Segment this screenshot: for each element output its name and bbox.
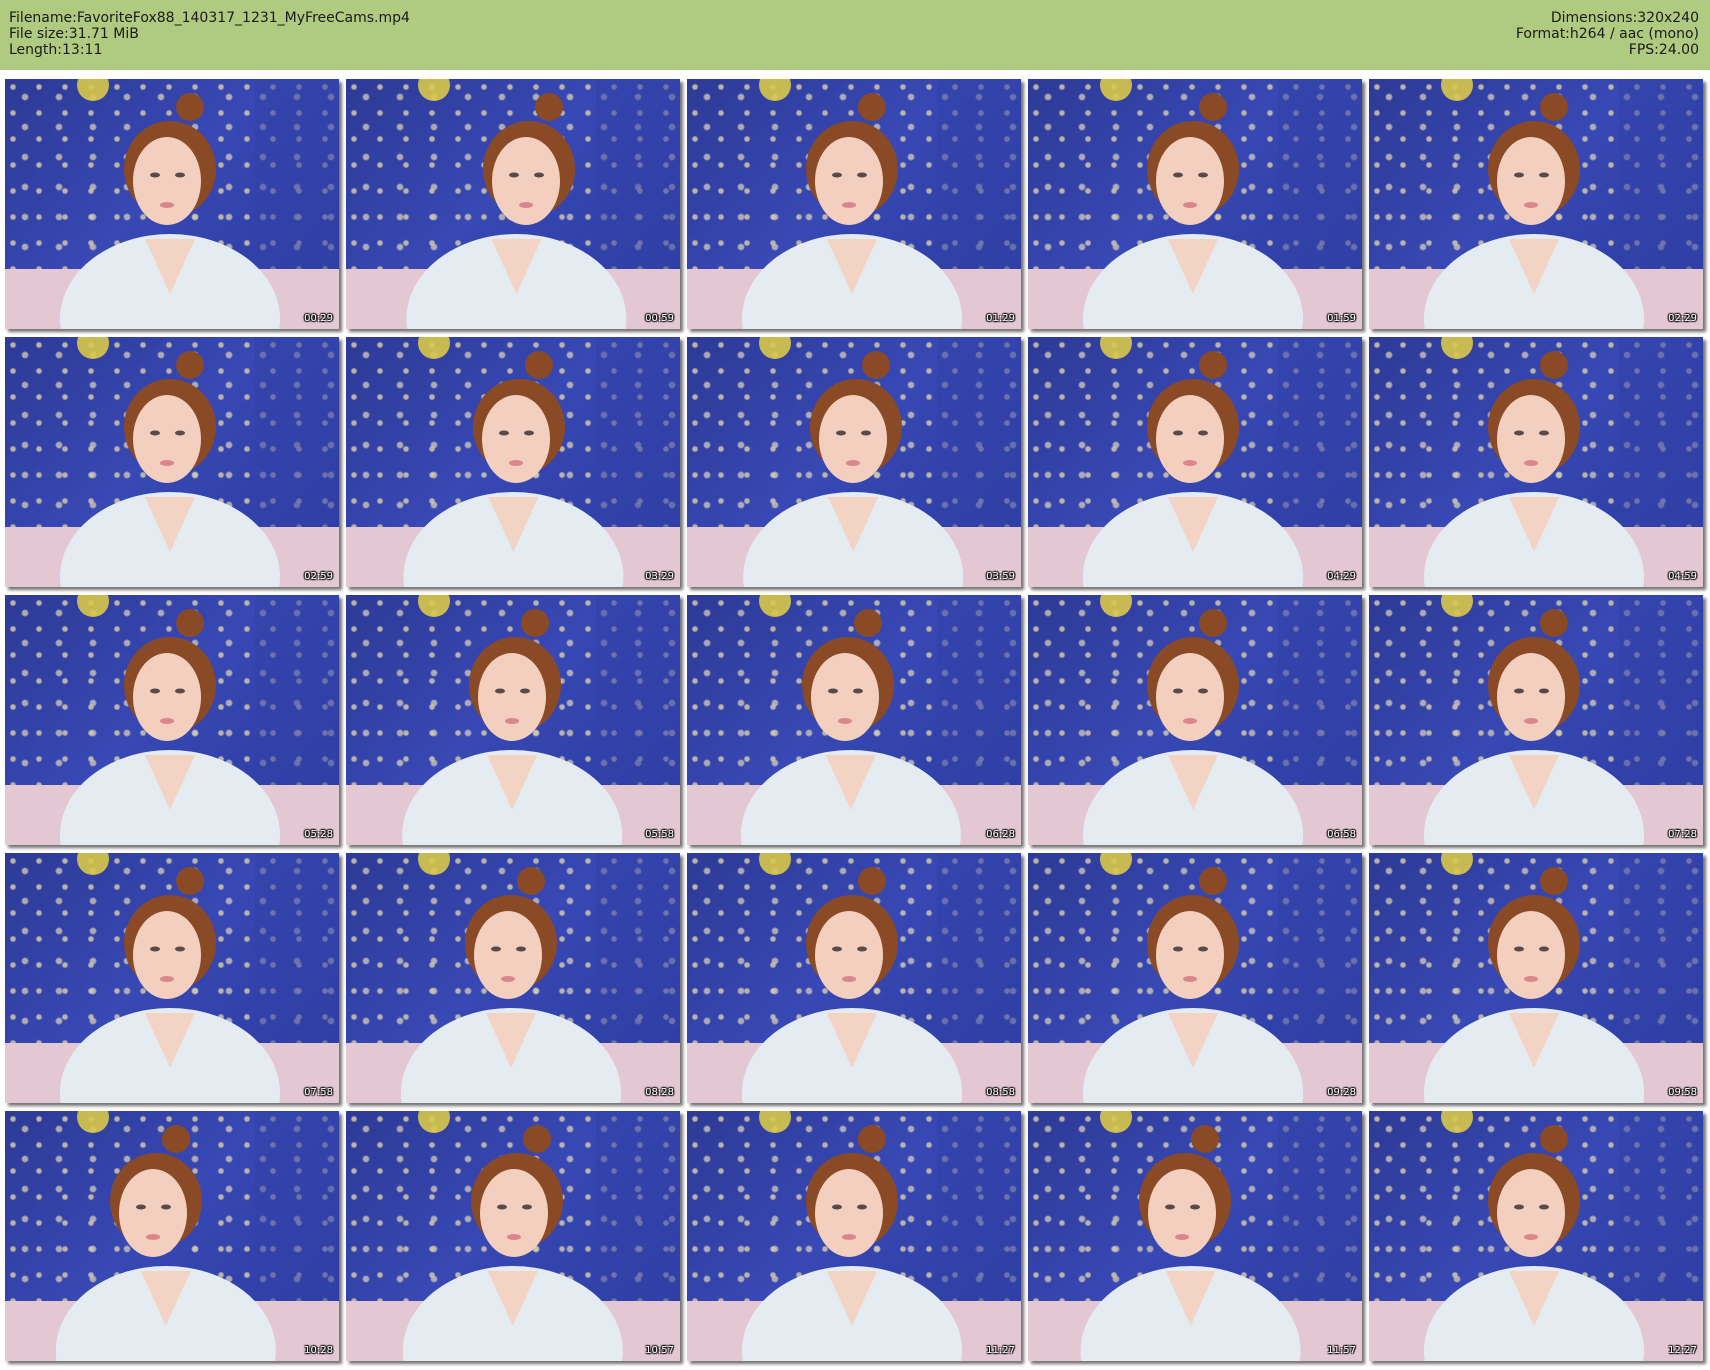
video-thumbnail[interactable]: 03:29 [346, 337, 680, 587]
frame-image [1369, 79, 1703, 329]
timestamp-label: 08:28 [645, 1087, 674, 1098]
frame-image [5, 853, 339, 1103]
timestamp-label: 04:59 [1668, 571, 1697, 582]
dimensions-row: Dimensions: 320x240 [1516, 10, 1699, 26]
frame-image [1028, 853, 1362, 1103]
video-thumbnail[interactable]: 04:59 [1369, 337, 1703, 587]
timestamp-label: 01:29 [986, 313, 1015, 324]
format-row: Format: h264 / aac (mono) [1516, 26, 1699, 42]
video-thumbnail[interactable]: 03:59 [687, 337, 1021, 587]
video-thumbnail[interactable]: 10:57 [346, 1111, 680, 1361]
frame-image [346, 595, 680, 845]
frame-image [1028, 595, 1362, 845]
frame-image [5, 1111, 339, 1361]
format-value: h264 / aac (mono) [1569, 26, 1699, 42]
timestamp-label: 00:29 [304, 313, 333, 324]
video-thumbnail[interactable]: 05:28 [5, 595, 339, 845]
video-thumbnail[interactable]: 00:59 [346, 79, 680, 329]
thumbnail-grid: 00:29 00:59 01:29 01:59 02:29 02:59 03:29 03:59… [0, 70, 1710, 1370]
video-thumbnail[interactable]: 06:58 [1028, 595, 1362, 845]
frame-image [687, 79, 1021, 329]
video-thumbnail[interactable]: 08:28 [346, 853, 680, 1103]
filename-label: Filename: [9, 10, 77, 26]
frame-image [346, 1111, 680, 1361]
video-thumbnail[interactable]: 11:27 [687, 1111, 1021, 1361]
frame-image [5, 79, 339, 329]
timestamp-label: 09:58 [1668, 1087, 1697, 1098]
format-label: Format: [1515, 26, 1570, 42]
frame-image [1028, 337, 1362, 587]
timestamp-label: 06:58 [1327, 829, 1356, 840]
timestamp-label: 07:28 [1668, 829, 1697, 840]
timestamp-label: 08:58 [986, 1087, 1015, 1098]
timestamp-label: 05:28 [304, 829, 333, 840]
timestamp-label: 03:29 [645, 571, 674, 582]
video-thumbnail[interactable]: 11:57 [1028, 1111, 1362, 1361]
video-thumbnail[interactable]: 01:59 [1028, 79, 1362, 329]
frame-image [1369, 595, 1703, 845]
timestamp-label: 03:59 [986, 571, 1015, 582]
frame-image [1028, 1111, 1362, 1361]
info-header: Filename: FavoriteFox88_140317_1231_MyFr… [0, 0, 1710, 70]
timestamp-label: 01:59 [1327, 313, 1356, 324]
frame-image [1369, 1111, 1703, 1361]
frame-image [687, 595, 1021, 845]
timestamp-label: 11:57 [1327, 1345, 1356, 1356]
video-thumbnail[interactable]: 02:59 [5, 337, 339, 587]
video-thumbnail[interactable]: 01:29 [687, 79, 1021, 329]
filename-value: FavoriteFox88_140317_1231_MyFreeCams.mp4 [76, 10, 410, 26]
timestamp-label: 04:29 [1327, 571, 1356, 582]
video-thumbnail[interactable]: 02:29 [1369, 79, 1703, 329]
video-thumbnail[interactable]: 06:28 [687, 595, 1021, 845]
frame-image [5, 595, 339, 845]
video-thumbnail[interactable]: 12:27 [1369, 1111, 1703, 1361]
file-info: Filename: FavoriteFox88_140317_1231_MyFr… [9, 10, 410, 58]
video-thumbnail[interactable]: 09:28 [1028, 853, 1362, 1103]
frame-image [1369, 853, 1703, 1103]
frame-image [1369, 337, 1703, 587]
video-thumbnail[interactable]: 07:58 [5, 853, 339, 1103]
timestamp-label: 09:28 [1327, 1087, 1356, 1098]
frame-image [687, 1111, 1021, 1361]
timestamp-label: 06:28 [986, 829, 1015, 840]
dimensions-value: 320x240 [1637, 10, 1699, 26]
frame-image [687, 337, 1021, 587]
filesize-label: File size: [9, 26, 69, 42]
frame-image [5, 337, 339, 587]
frame-image [346, 79, 680, 329]
length-value: 13:11 [62, 42, 103, 58]
frame-image [346, 337, 680, 587]
timestamp-label: 00:59 [645, 313, 674, 324]
media-info: Dimensions: 320x240 Format: h264 / aac (… [1516, 10, 1699, 58]
frame-image [1028, 79, 1362, 329]
filesize-value: 31.71 MiB [68, 26, 139, 42]
filename-row: Filename: FavoriteFox88_140317_1231_MyFr… [9, 10, 410, 26]
video-thumbnail[interactable]: 05:58 [346, 595, 680, 845]
video-thumbnail[interactable]: 09:58 [1369, 853, 1703, 1103]
video-thumbnail[interactable]: 07:28 [1369, 595, 1703, 845]
length-label: Length: [9, 42, 63, 58]
dimensions-label: Dimensions: [1550, 10, 1638, 26]
fps-row: FPS: 24.00 [1516, 42, 1699, 58]
timestamp-label: 10:28 [304, 1345, 333, 1356]
video-thumbnail[interactable]: 08:58 [687, 853, 1021, 1103]
video-thumbnail[interactable]: 00:29 [5, 79, 339, 329]
timestamp-label: 07:58 [304, 1087, 333, 1098]
fps-value: 24.00 [1658, 42, 1699, 58]
timestamp-label: 10:57 [645, 1345, 674, 1356]
frame-image [346, 853, 680, 1103]
filesize-row: File size: 31.71 MiB [9, 26, 410, 42]
length-row: Length: 13:11 [9, 42, 410, 58]
video-thumbnail[interactable]: 04:29 [1028, 337, 1362, 587]
video-thumbnail[interactable]: 10:28 [5, 1111, 339, 1361]
timestamp-label: 12:27 [1668, 1345, 1697, 1356]
timestamp-label: 02:29 [1668, 313, 1697, 324]
timestamp-label: 02:59 [304, 571, 333, 582]
timestamp-label: 05:58 [645, 829, 674, 840]
frame-image [687, 853, 1021, 1103]
timestamp-label: 11:27 [986, 1345, 1015, 1356]
fps-label: FPS: [1628, 42, 1659, 58]
